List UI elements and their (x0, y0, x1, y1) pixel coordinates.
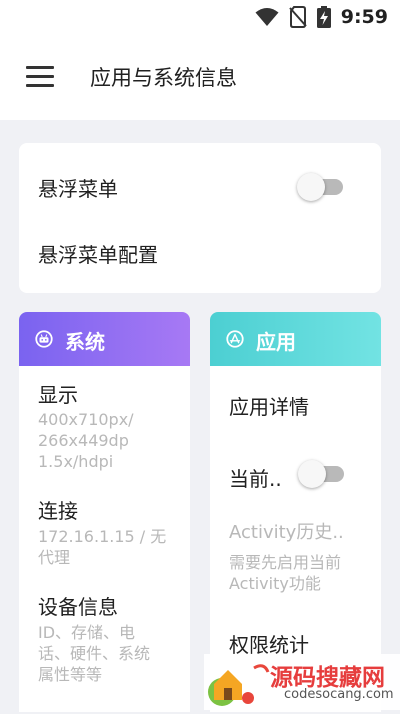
app-bar: 应用与系统信息 (0, 36, 400, 120)
watermark-logo: 源码搜藏网 codesocang.com (204, 654, 400, 710)
wifi-icon (255, 8, 279, 26)
status-time: 9:59 (340, 6, 388, 28)
floating-menu-label: 悬浮菜单 (38, 177, 118, 201)
device-info-value: 属性等等 (38, 665, 103, 684)
status-icons: 9:59 (255, 6, 388, 28)
system-header: 系统 (19, 312, 190, 366)
connection-value: 代理 (38, 548, 71, 567)
toggle-thumb (297, 173, 325, 201)
current-activity-toggle[interactable] (298, 460, 344, 488)
display-value: 400x710px/ (38, 410, 134, 429)
watermark-domain: codesocang.com (284, 687, 394, 702)
floating-menu-card: 悬浮菜单 悬浮菜单配置 (19, 143, 381, 293)
system-panel: 系统 显示 400x710px/ 266x449dp 1.5x/hdpi 连接 … (19, 312, 190, 712)
device-info-value: ID、存储、电 (38, 623, 136, 642)
activity-history-hint: Activity功能 (229, 574, 321, 593)
display-value: 1.5x/hdpi (38, 452, 114, 471)
app-details-item[interactable]: 应用详情 (229, 391, 309, 420)
floating-menu-config-item[interactable]: 悬浮菜单配置 (38, 239, 158, 268)
page-title: 应用与系统信息 (90, 66, 237, 90)
device-info-value: 话、硬件、系统 (38, 644, 151, 663)
connection-title: 连接 (38, 499, 78, 523)
device-info-title: 设备信息 (38, 595, 118, 619)
activity-history-title: Activity历史.. (229, 522, 344, 543)
current-activity-label: 当前.. (229, 467, 282, 491)
system-title: 系统 (65, 330, 105, 354)
app-title: 应用 (256, 330, 296, 354)
battery-charging-icon (316, 6, 331, 28)
toggle-thumb (298, 460, 326, 488)
hamburger-menu-icon[interactable] (26, 66, 56, 90)
connection-value: 172.16.1.15 / 无 (38, 527, 167, 546)
android-robot-icon (35, 330, 53, 348)
app-store-icon (226, 330, 244, 348)
status-bar: 9:59 (0, 0, 400, 36)
app-header: 应用 (210, 312, 381, 366)
floating-menu-toggle[interactable] (297, 173, 343, 201)
no-sim-icon (288, 6, 307, 28)
display-value: 266x449dp (38, 431, 129, 450)
display-title: 显示 (38, 383, 78, 407)
activity-history-hint: 需要先启用当前 (229, 553, 342, 572)
app-panel: 应用 应用详情 当前.. Activity历史.. 需要先启用当前 Activi… (210, 312, 381, 712)
